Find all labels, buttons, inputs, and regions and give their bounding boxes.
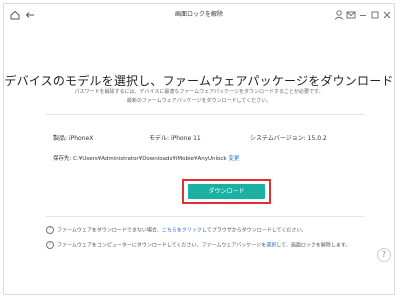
mail-icon[interactable] [345,9,357,21]
question-icon: ? [46,226,54,234]
help-button[interactable]: ? [377,248,391,262]
change-path-link[interactable]: 変更 [228,156,239,162]
subtitle-line-1: パスワードを解除するには、デバイスに最適なファームウェアパッケージをダウンロード… [74,89,324,95]
version-info: システムバージョン: 15.0.2 [250,133,327,142]
download-button-highlight: ダウンロード [182,179,271,204]
model-info: モデル: iPhone 11 [149,133,201,142]
product-value: iPhoneX [68,135,94,142]
note-select-package: ? ファームウェアをコンピューターにダウンロードしてください。ファームウェアパッケ… [46,241,350,249]
page-heading: デバイスのモデルを選択し、ファームウェアパッケージをダウンロード [4,74,394,88]
click-here-link[interactable]: こちらをクリック [162,228,202,234]
version-value: 15.0.2 [307,135,327,142]
app-window: 画面ロックを解除 デバイスのモデルを選択し、ファームウェアパッケージをダウンロー… [3,3,395,295]
download-button[interactable]: ダウンロード [188,184,265,199]
maximize-icon[interactable] [369,9,381,21]
select-package-link[interactable]: 選択 [266,243,276,249]
user-icon[interactable] [333,9,345,21]
save-path-label: 保存先: [53,156,72,162]
divider [46,114,364,115]
model-value: iPhone 11 [170,135,201,142]
model-label: モデル: [149,135,170,142]
subtitle-line-2: 最新のファームウェアパッケージをダウンロードしてください。 [126,98,272,104]
version-label: システムバージョン: [250,135,306,142]
close-icon[interactable] [381,9,393,21]
save-path-info: 保存先: C:¥Users¥Administrator¥Downloads¥iM… [53,154,239,162]
note-browser-download: ? ファームウェアをダウンロードできない場合、こちらをクリックしてブラウザからダウ… [46,226,306,234]
product-info: 製品: iPhoneX [53,133,93,142]
question-icon: ? [46,241,54,249]
title-bar: 画面ロックを解除 [4,4,394,26]
product-label: 製品: [53,135,68,142]
divider [46,216,364,217]
save-path-value: C:¥Users¥Administrator¥Downloads¥iMobie¥… [73,156,227,162]
minimize-icon[interactable] [357,9,369,21]
